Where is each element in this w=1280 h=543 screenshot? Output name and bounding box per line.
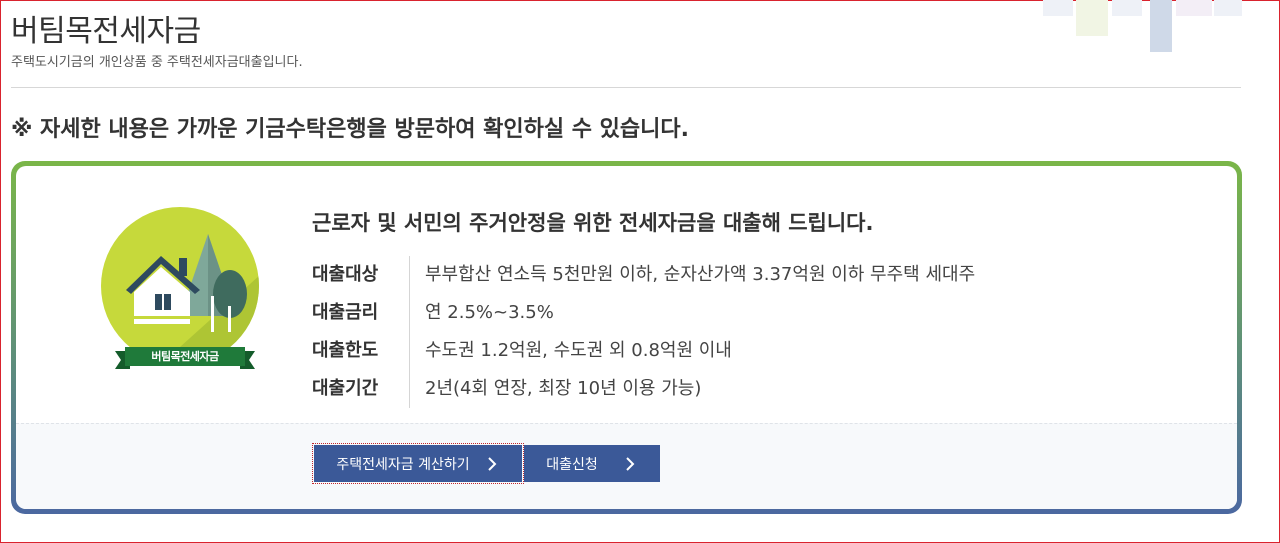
chevron-right-icon [626,456,635,471]
apply-button-label: 대출신청 [546,456,598,473]
detail-row-target: 대출대상 부부합산 연소득 5천만원 이하, 순자산가액 3.37억원 이하 무… [312,256,975,294]
decorative-block [1076,0,1108,36]
detail-label: 대출한도 [312,332,410,370]
product-card-body: 버팀목전세자금 근로자 및 서민의 주거안정을 위한 전세자금을 대출해 드립니… [16,166,1237,509]
header-divider [11,87,1241,88]
decorative-block [1150,0,1172,52]
detail-label: 대출대상 [312,256,410,294]
detail-row-period: 대출기간 2년(4회 연장, 최장 10년 이용 가능) [312,370,975,408]
page-subtitle: 주택도시기금의 개인상품 중 주택전세자금대출입니다. [11,55,303,70]
detail-label: 대출금리 [312,294,410,332]
chevron-right-icon [487,456,497,471]
decorative-block [1043,0,1073,16]
detail-value: 부부합산 연소득 5천만원 이하, 순자산가액 3.37억원 이하 무주택 세대… [425,264,976,285]
product-headline: 근로자 및 서민의 주거안정을 위한 전세자금을 대출해 드립니다. [312,211,874,235]
loan-details: 대출대상 부부합산 연소득 5천만원 이하, 순자산가액 3.37억원 이하 무… [312,256,975,408]
emblem-badge-label: 버팀목전세자금 [151,350,219,363]
page-title: 버팀목전세자금 [11,14,201,49]
detail-value: 수도권 1.2억원, 수도권 외 0.8억원 이내 [425,340,732,361]
product-card: 버팀목전세자금 근로자 및 서민의 주거안정을 위한 전세자금을 대출해 드립니… [11,161,1242,514]
house-tree-emblem-icon: 버팀목전세자금 [100,206,270,386]
detail-label: 대출기간 [312,370,410,408]
jeonse-calculator-button[interactable]: 주택전세자금 계산하기 [312,443,524,484]
notice-text: ※ 자세한 내용은 가까운 기금수탁은행을 방문하여 확인하실 수 있습니다. [11,117,689,142]
detail-row-limit: 대출한도 수도권 1.2억원, 수도권 외 0.8억원 이내 [312,332,975,370]
calculator-button-label: 주택전세자금 계산하기 [336,456,470,473]
detail-value: 연 2.5%~3.5% [425,302,554,323]
detail-value: 2년(4회 연장, 최장 10년 이용 가능) [425,378,702,399]
decorative-block [1176,0,1212,16]
detail-row-rate: 대출금리 연 2.5%~3.5% [312,294,975,332]
loan-apply-button[interactable]: 대출신청 [524,445,660,482]
decorative-block [1112,0,1142,16]
decorative-block [1214,0,1242,16]
